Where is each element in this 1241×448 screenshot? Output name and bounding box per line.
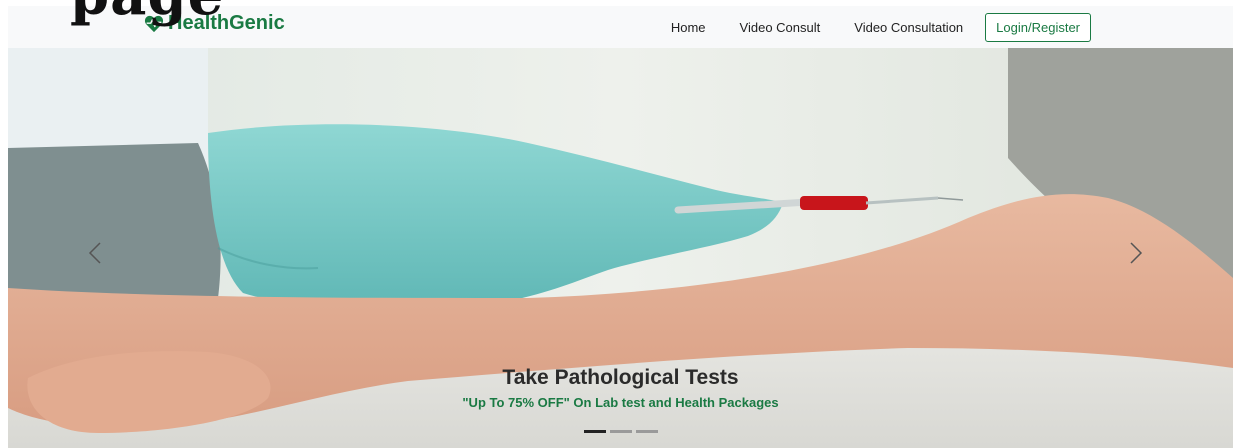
carousel-indicator[interactable]	[635, 430, 658, 433]
carousel-indicator[interactable]	[609, 430, 632, 433]
chevron-right-icon	[1130, 242, 1143, 264]
hero-carousel: Take Pathological Tests "Up To 75% OFF" …	[8, 48, 1233, 448]
chevron-left-icon	[88, 242, 101, 264]
page-heading: page	[70, 0, 224, 28]
nav-video-consult[interactable]: Video Consult	[740, 20, 821, 35]
nav-video-consultation[interactable]: Video Consultation	[854, 20, 963, 35]
carousel-indicator[interactable]	[583, 430, 606, 433]
carousel-next-button[interactable]	[1121, 238, 1151, 268]
carousel-caption: Take Pathological Tests "Up To 75% OFF" …	[8, 366, 1233, 410]
caption-title: Take Pathological Tests	[502, 366, 739, 389]
nav-links: Home Video Consult Video Consultation Lo…	[671, 13, 1091, 42]
carousel-indicators	[8, 430, 1233, 433]
login-register-button[interactable]: Login/Register	[985, 13, 1091, 42]
caption-subtitle: "Up To 75% OFF" On Lab test and Health P…	[462, 395, 779, 410]
nav-home[interactable]: Home	[671, 20, 706, 35]
carousel-prev-button[interactable]	[80, 238, 110, 268]
